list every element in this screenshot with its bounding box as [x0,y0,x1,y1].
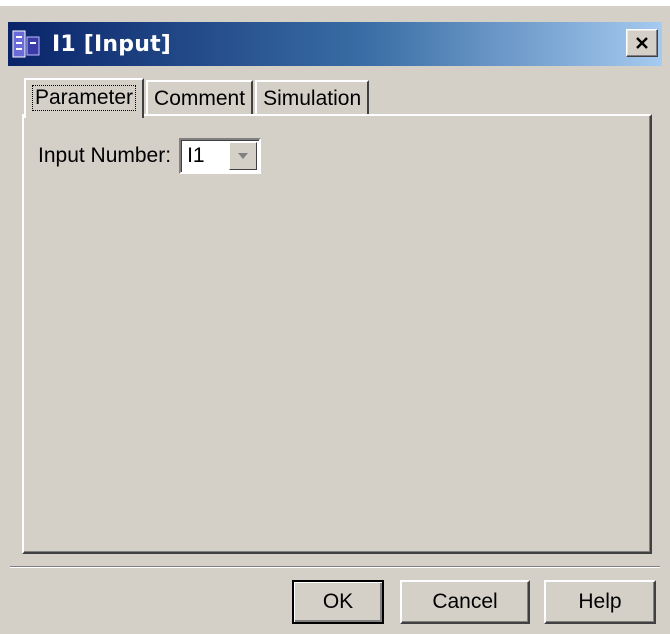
tab-strip: Parameter Comment Simulation [24,76,371,118]
help-button-label: Help [578,590,622,613]
ok-button-label: OK [322,590,354,613]
cancel-button[interactable]: Cancel [400,580,530,624]
button-separator [10,566,660,568]
input-number-label: Input Number: [38,144,172,167]
tab-comment[interactable]: Comment [146,80,254,116]
dropdown-button[interactable] [229,142,258,170]
input-number-select[interactable]: I1 [179,138,262,174]
parameter-panel: Input Number: I1 [22,114,652,554]
chevron-down-icon [238,153,249,159]
tab-label: Simulation [263,87,362,110]
ok-button[interactable]: OK [292,580,384,624]
dialog-window: I1 [Input] Parameter Comment Simulation … [0,0,670,634]
tab-simulation[interactable]: Simulation [255,80,370,116]
input-number-row: Input Number: I1 [38,138,262,174]
window-title: I1 [Input] [52,31,172,57]
close-icon [636,37,648,49]
help-button[interactable]: Help [544,580,656,624]
input-number-value: I1 [187,144,205,167]
tab-parameter[interactable]: Parameter [24,78,145,118]
close-button[interactable] [626,29,658,57]
tab-label: Comment [154,87,246,110]
tab-label: Parameter [32,85,137,111]
cancel-button-label: Cancel [432,590,498,613]
function-block-icon [12,29,42,59]
title-bar[interactable]: I1 [Input] [8,22,662,66]
